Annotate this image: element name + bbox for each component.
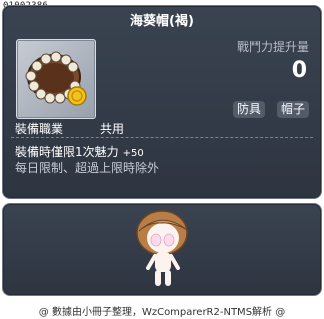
footer-credit: @ 數據由小冊子整理，WzComparerR2-NTMS解析 @	[38, 307, 286, 318]
item-tooltip-panel: 海葵帽(褐) 戰鬥力提升量 0 防具 帽子 裝備職業 共用 裝備時僅限1次魅力 …	[2, 5, 322, 199]
effect-line: 裝備時僅限1次魅力 +50	[15, 143, 144, 160]
item-name: 海葵帽(褐)	[130, 14, 194, 29]
category-tag-armor: 防具	[232, 101, 265, 118]
combat-power-value: 0	[291, 58, 307, 83]
category-tag-hat: 帽子	[276, 101, 309, 118]
job-value: 共用	[100, 122, 125, 136]
preview-panel	[2, 203, 322, 296]
job-label: 裝備職業	[15, 122, 64, 136]
effect-text: 裝備時僅限1次魅力	[15, 145, 119, 159]
hat-icon	[25, 51, 87, 106]
character-preview-icon	[136, 210, 188, 286]
restriction-text: 每日限制、超過上限時除外	[15, 161, 160, 175]
effect-bonus: +50	[122, 148, 144, 159]
divider	[11, 137, 313, 138]
combat-power-caption: 戰鬥力提升量	[236, 40, 309, 54]
item-icon-frame	[16, 39, 96, 119]
